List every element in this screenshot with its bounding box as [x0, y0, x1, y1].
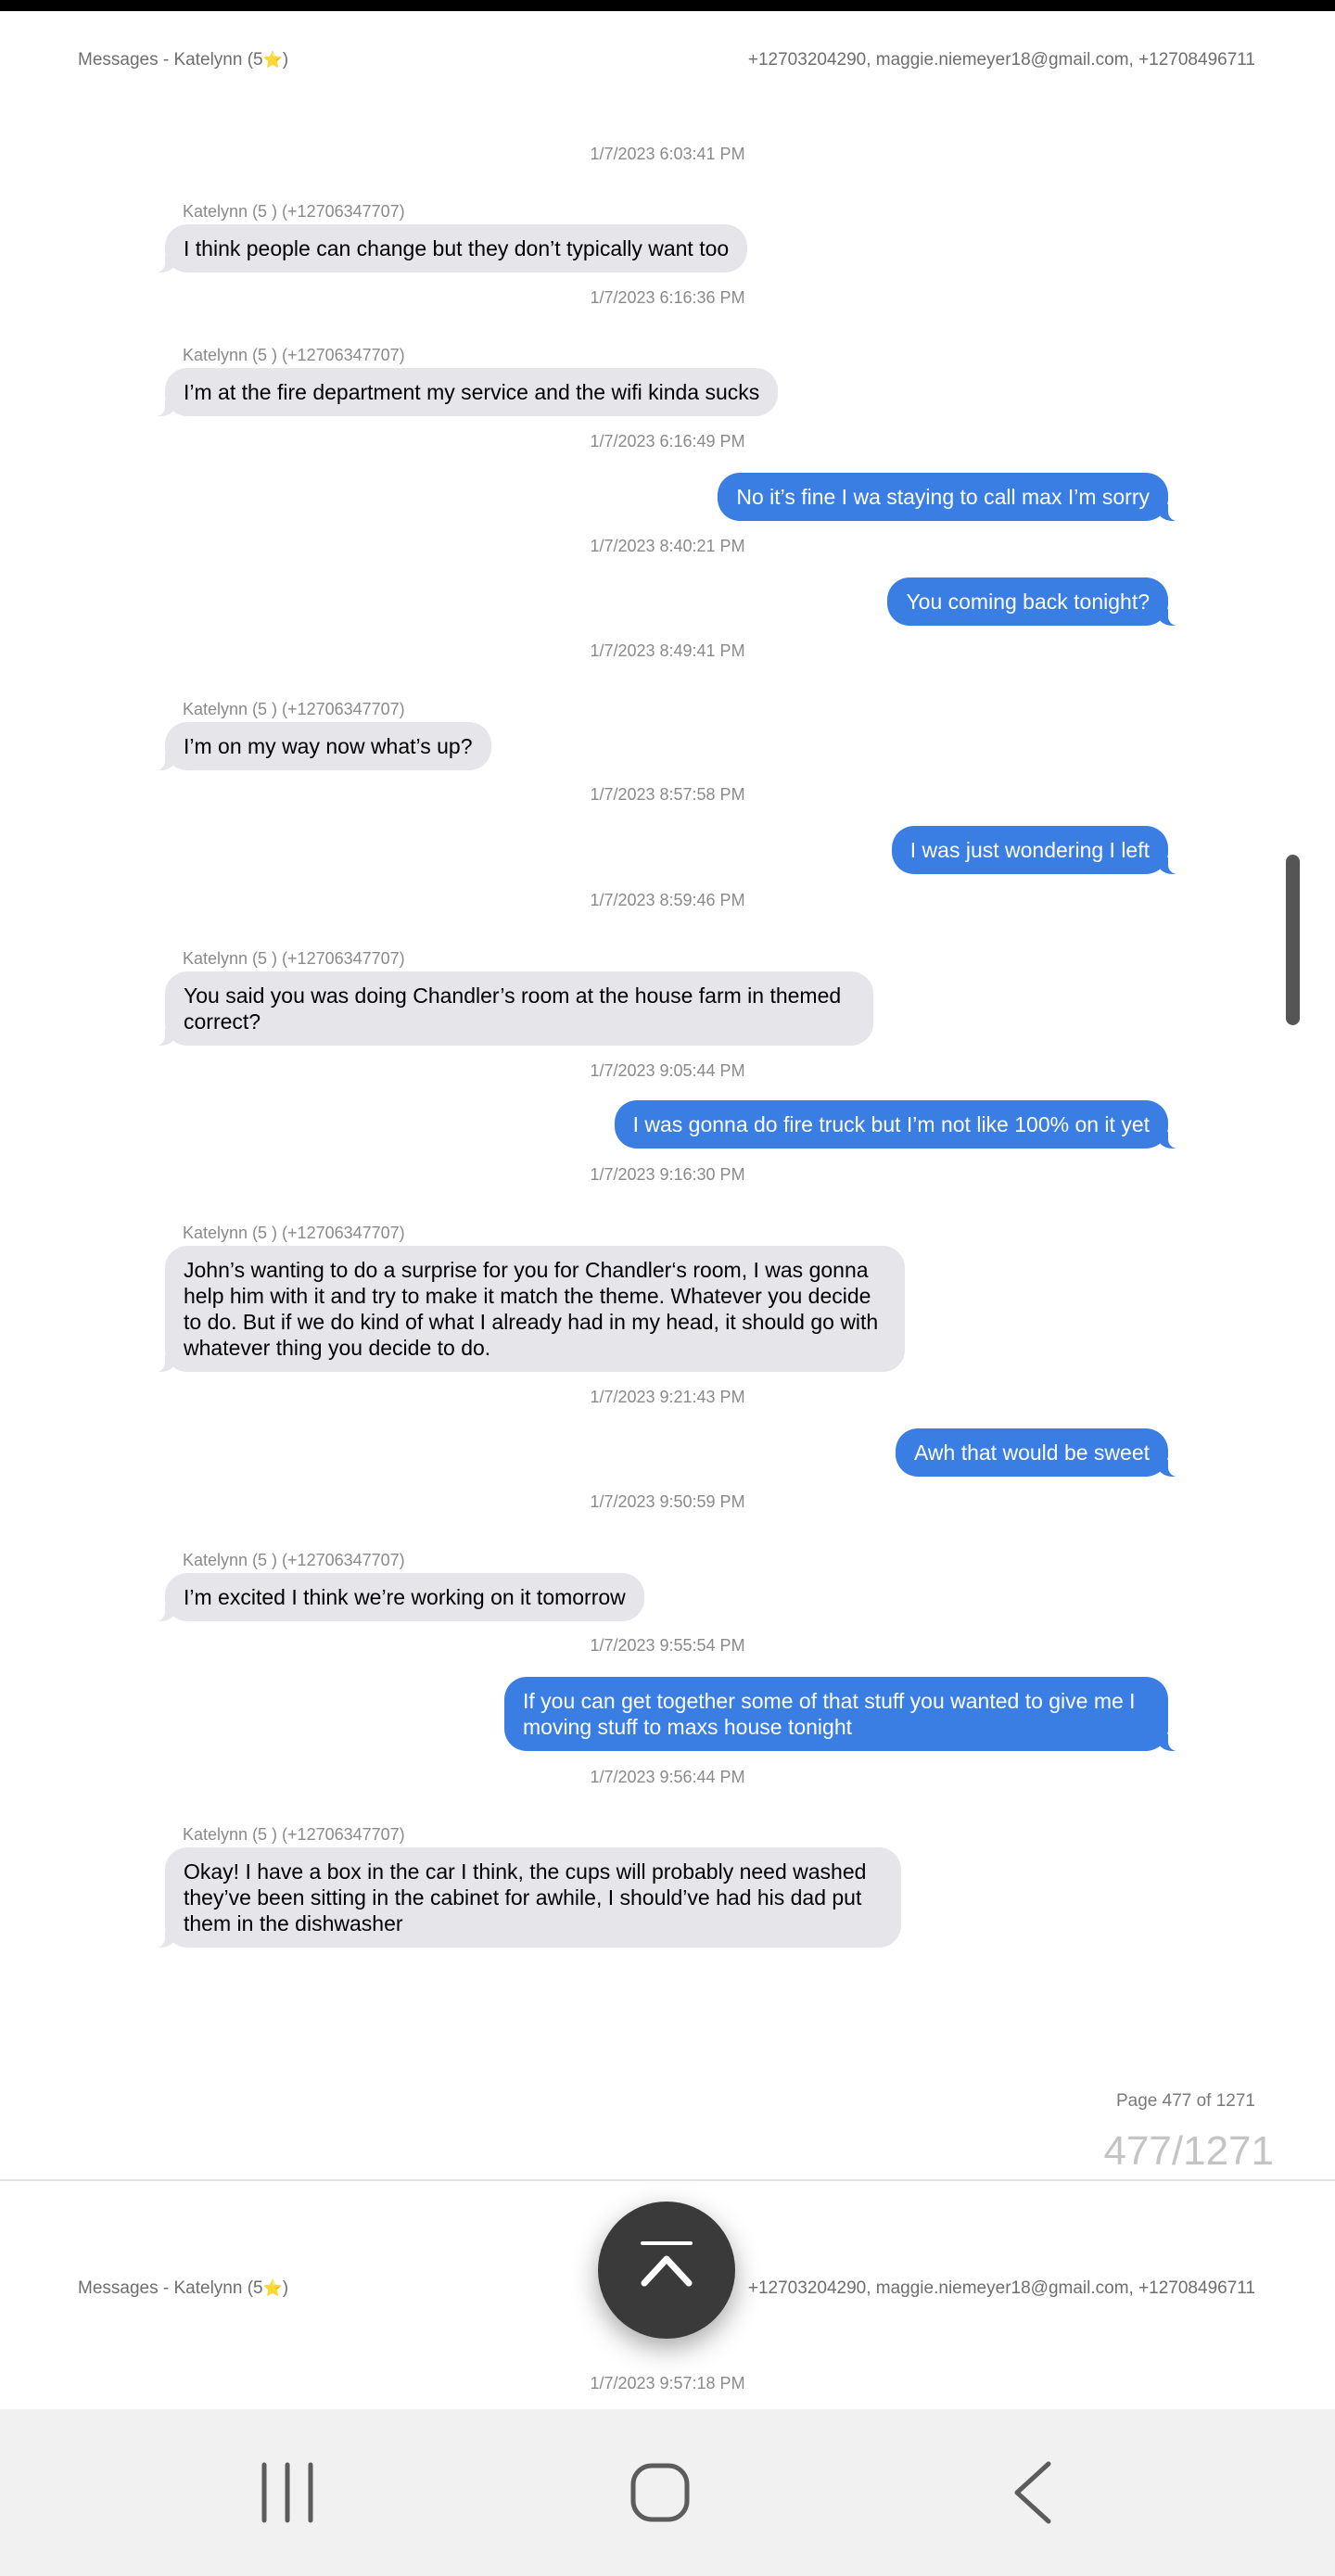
outgoing-message-bubble: You coming back tonight? — [887, 577, 1181, 626]
outgoing-message-bubble: If you can get together some of that stu… — [504, 1677, 1181, 1751]
sender-label: Katelynn (5 ) (+12706347707) — [183, 1825, 405, 1844]
recents-icon — [261, 2462, 313, 2523]
message-timestamp: 1/7/2023 6:16:49 PM — [590, 432, 745, 450]
participants-list: +12703204290, maggie.niemeyer18@gmail.co… — [747, 2278, 1255, 2298]
incoming-message-bubble: I think people can change but they don’t… — [151, 224, 748, 273]
outgoing-message-bubble: I was just wondering I left — [891, 826, 1182, 874]
message-timestamp: 1/7/2023 9:55:54 PM — [590, 1636, 745, 1655]
scroll-to-top-button[interactable] — [598, 2202, 735, 2339]
message-timestamp: 1/7/2023 6:03:41 PM — [590, 145, 745, 163]
back-button[interactable] — [959, 2409, 1107, 2576]
page-counter: 477/1271 — [1103, 2128, 1274, 2174]
incoming-message-bubble: John’s wanting to do a surprise for you … — [152, 1246, 905, 1372]
sender-label: Katelynn (5 ) (+12706347707) — [183, 949, 405, 968]
sender-label: Katelynn (5 ) (+12706347707) — [183, 1224, 405, 1242]
message-timestamp: 1/7/2023 9:57:18 PM — [590, 2374, 745, 2392]
sender-label: Katelynn (5 ) (+12706347707) — [183, 202, 405, 221]
message-timestamp: 1/7/2023 9:05:44 PM — [590, 1061, 745, 1080]
chevron-up-icon — [641, 2241, 693, 2287]
home-icon — [630, 2463, 690, 2522]
sender-label: Katelynn (5 ) (+12706347707) — [183, 1551, 405, 1569]
participants-list: +12703204290, maggie.niemeyer18@gmail.co… — [747, 50, 1255, 70]
home-button[interactable] — [586, 2409, 734, 2576]
star-icon: ⭐ — [262, 2279, 283, 2297]
recents-button[interactable] — [213, 2409, 362, 2576]
message-timestamp: 1/7/2023 6:16:36 PM — [590, 288, 745, 307]
message-timestamp: 1/7/2023 8:57:58 PM — [590, 785, 745, 804]
outgoing-message-bubble: No it’s fine I wa staying to call max I’… — [718, 473, 1181, 521]
sender-label: Katelynn (5 ) (+12706347707) — [183, 700, 405, 718]
scrollbar-thumb[interactable] — [1286, 855, 1300, 1025]
page-number-text: Page 477 of 1271 — [1115, 2091, 1255, 2111]
incoming-message-bubble: Okay! I have a box in the car I think, t… — [152, 1847, 901, 1948]
page-divider — [0, 2179, 1335, 2181]
message-timestamp: 1/7/2023 8:49:41 PM — [590, 641, 745, 660]
conversation-title: Messages - Katelynn (5⭐) — [78, 50, 289, 70]
incoming-message-bubble: I’m on my way now what’s up? — [152, 722, 491, 770]
conversation-title: Messages - Katelynn (5⭐) — [78, 2278, 289, 2298]
back-icon — [1014, 2461, 1051, 2524]
status-bar — [0, 0, 1335, 11]
navigation-bar — [0, 2409, 1335, 2576]
incoming-message-bubble: I’m at the fire department my service an… — [151, 368, 779, 416]
sender-label: Katelynn (5 ) (+12706347707) — [183, 346, 405, 364]
incoming-message-bubble: You said you was doing Chandler’s room a… — [152, 971, 873, 1046]
incoming-message-bubble: I’m excited I think we’re working on it … — [152, 1573, 644, 1621]
page-header: Messages - Katelynn (5⭐) +12703204290, m… — [0, 50, 1335, 87]
message-timestamp: 1/7/2023 9:16:30 PM — [590, 1165, 745, 1184]
message-timestamp: 1/7/2023 9:21:43 PM — [590, 1388, 745, 1406]
message-timestamp: 1/7/2023 9:56:44 PM — [590, 1768, 745, 1786]
message-timestamp: 1/7/2023 8:59:46 PM — [590, 891, 745, 909]
outgoing-message-bubble: Awh that would be sweet — [895, 1428, 1182, 1477]
outgoing-message-bubble: I was gonna do fire truck but I’m not li… — [614, 1100, 1182, 1148]
star-icon: ⭐ — [262, 51, 283, 69]
message-timestamp: 1/7/2023 8:40:21 PM — [590, 537, 745, 555]
message-timestamp: 1/7/2023 9:50:59 PM — [590, 1492, 745, 1511]
